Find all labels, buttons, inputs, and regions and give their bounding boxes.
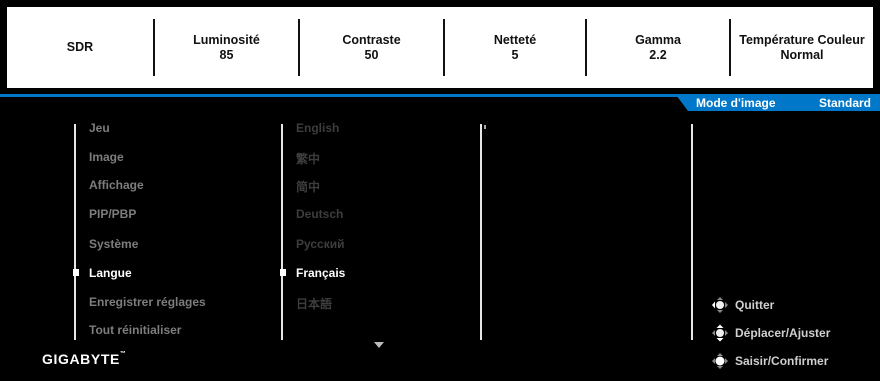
picture-mode-label: Mode d'image bbox=[696, 96, 776, 110]
status-value: 5 bbox=[511, 47, 519, 62]
status-label: Température Couleur bbox=[739, 32, 865, 47]
hint-label: Saisir/Confirmer bbox=[735, 354, 829, 368]
trademark-mark: ™ bbox=[119, 351, 126, 357]
language-option-traditional-chinese[interactable]: 繁中 bbox=[296, 150, 320, 167]
menu-item-language[interactable]: Langue bbox=[89, 266, 132, 280]
selection-marker bbox=[280, 269, 286, 276]
hint-label: Déplacer/Ajuster bbox=[735, 326, 831, 340]
hint-move-adjust: Déplacer/Ajuster bbox=[708, 324, 830, 342]
menu-item-picture[interactable]: Image bbox=[89, 150, 124, 164]
status-value: Normal bbox=[780, 47, 824, 62]
status-item-sdr: SDR bbox=[7, 7, 153, 88]
language-option-simplified-chinese[interactable]: 简中 bbox=[296, 178, 320, 195]
status-value: 2.2 bbox=[649, 47, 667, 62]
selection-marker bbox=[73, 269, 79, 276]
language-option-japanese[interactable]: 日本語 bbox=[296, 295, 332, 312]
language-option-french[interactable]: Français bbox=[296, 266, 345, 280]
status-item-contrast: Contraste 50 bbox=[300, 7, 443, 88]
status-label: SDR bbox=[66, 40, 94, 54]
joystick-left-icon bbox=[712, 297, 728, 313]
language-option-russian[interactable]: Русский bbox=[296, 237, 345, 251]
status-label: Netteté bbox=[493, 32, 537, 47]
hint-label: Quitter bbox=[735, 298, 775, 312]
menu-item-display[interactable]: Affichage bbox=[89, 178, 144, 192]
status-bar: SDR Luminosité 85 Contraste 50 Netteté 5… bbox=[7, 7, 873, 88]
status-item-color-temperature: Température Couleur Normal bbox=[731, 7, 873, 88]
menu-item-pip-pbp[interactable]: PIP/PBP bbox=[89, 207, 136, 221]
status-label: Contraste bbox=[342, 32, 401, 47]
menu-item-game[interactable]: Jeu bbox=[89, 121, 110, 135]
status-item-sharpness: Netteté 5 bbox=[445, 7, 585, 88]
picture-mode-tab: Mode d'image Standard bbox=[676, 95, 880, 111]
osd-menu: SDR Luminosité 85 Contraste 50 Netteté 5… bbox=[0, 0, 880, 381]
column-divider bbox=[691, 124, 693, 340]
brand-name: GIGABYTE bbox=[42, 351, 120, 367]
scroll-down-icon[interactable] bbox=[374, 342, 384, 348]
column-divider bbox=[281, 124, 283, 340]
column-marker bbox=[484, 125, 486, 129]
menu-item-reset-all[interactable]: Tout réinitialiser bbox=[89, 323, 181, 337]
picture-mode-value: Standard bbox=[819, 96, 872, 110]
column-divider bbox=[74, 124, 76, 340]
status-item-gamma: Gamma 2.2 bbox=[587, 7, 729, 88]
joystick-updown-icon bbox=[712, 324, 728, 342]
gigabyte-logo: GIGABYTE™ bbox=[42, 351, 126, 367]
menu-item-system[interactable]: Système bbox=[89, 237, 138, 251]
status-value: 50 bbox=[364, 47, 379, 62]
hint-exit: Quitter bbox=[708, 296, 774, 314]
menu-item-save-settings[interactable]: Enregistrer réglages bbox=[89, 295, 206, 309]
joystick-press-icon bbox=[712, 353, 728, 369]
hint-enter-confirm: Saisir/Confirmer bbox=[708, 352, 828, 370]
column-divider bbox=[480, 124, 482, 340]
status-item-brightness: Luminosité 85 bbox=[155, 7, 298, 88]
language-option-german[interactable]: Deutsch bbox=[296, 207, 343, 221]
status-value: 85 bbox=[219, 47, 234, 62]
status-label: Luminosité bbox=[193, 32, 260, 47]
language-option-english[interactable]: English bbox=[296, 121, 339, 135]
status-label: Gamma bbox=[635, 32, 681, 47]
